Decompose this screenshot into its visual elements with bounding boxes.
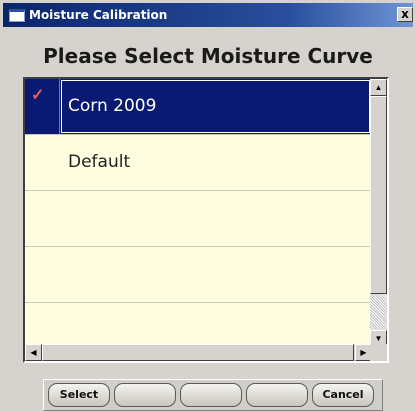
blank-button-2[interactable] — [180, 383, 242, 407]
check-cell[interactable] — [25, 135, 60, 190]
blank-button-1[interactable] — [114, 383, 176, 407]
list-item-label: Corn 2009 — [68, 96, 157, 116]
horizontal-scroll-thumb[interactable] — [42, 344, 354, 361]
list-item[interactable]: Default — [25, 135, 372, 191]
window-title: Moisture Calibration — [29, 8, 168, 22]
horizontal-scrollbar[interactable]: ◀ ▶ — [25, 344, 372, 361]
list-item[interactable] — [25, 303, 372, 347]
list-rows: ✓ Corn 2009 Default — [25, 79, 372, 347]
list-item[interactable] — [25, 247, 372, 303]
check-cell[interactable]: ✓ — [25, 79, 60, 134]
moisture-curve-list: ✓ Corn 2009 Default ▲ ▼ ◀ ▶ — [23, 77, 389, 363]
scroll-left-button[interactable]: ◀ — [25, 344, 42, 361]
list-item[interactable] — [25, 191, 372, 247]
title-bar[interactable]: Moisture Calibration x — [3, 3, 413, 27]
select-button[interactable]: Select — [48, 383, 110, 407]
cancel-button[interactable]: Cancel — [312, 383, 374, 407]
moisture-calibration-dialog: Moisture Calibration x Please Select Moi… — [0, 0, 416, 412]
list-item[interactable]: ✓ Corn 2009 — [25, 79, 372, 135]
vertical-scroll-thumb[interactable] — [370, 96, 387, 294]
list-item-label: Default — [68, 152, 131, 172]
blank-button-3[interactable] — [246, 383, 308, 407]
checkmark-icon: ✓ — [31, 87, 45, 104]
page-heading: Please Select Moisture Curve — [43, 44, 373, 68]
scrollbar-corner — [370, 344, 387, 361]
button-bar: Select Cancel — [43, 379, 383, 411]
window-icon — [9, 8, 25, 22]
close-button[interactable]: x — [397, 7, 413, 22]
vertical-scrollbar[interactable]: ▲ ▼ — [370, 79, 387, 347]
scroll-up-button[interactable]: ▲ — [370, 79, 387, 96]
